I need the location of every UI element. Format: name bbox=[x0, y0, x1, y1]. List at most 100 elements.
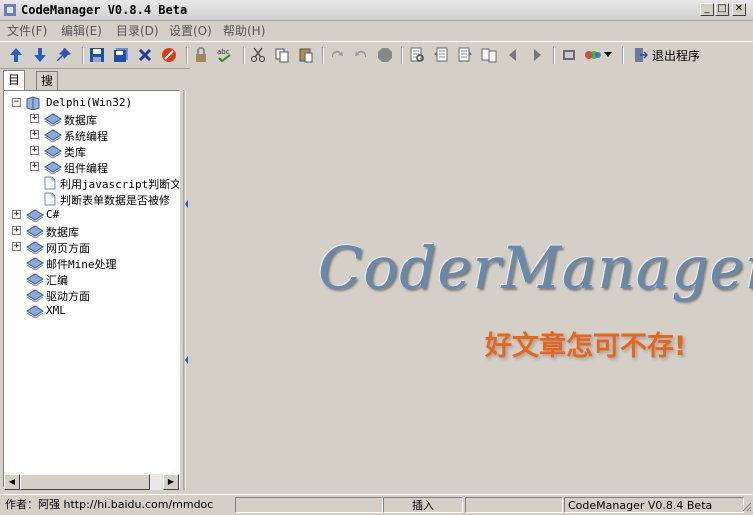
status-mode: 插入 bbox=[383, 497, 463, 513]
tree-node-label: 类库 bbox=[64, 146, 86, 159]
tree-node-label: 数据库 bbox=[64, 114, 97, 127]
collapse-icon[interactable]: − bbox=[12, 98, 21, 107]
toolbar-separator bbox=[82, 46, 84, 64]
tree-node-label: 汇编 bbox=[46, 274, 68, 287]
tab-search[interactable]: 搜索 bbox=[36, 71, 59, 106]
status-empty-panel bbox=[465, 497, 563, 513]
move-up-icon[interactable] bbox=[6, 45, 26, 65]
tree-horizontal-scrollbar[interactable]: ◀ ▶ bbox=[4, 474, 179, 490]
move-down-icon[interactable] bbox=[30, 45, 50, 65]
redo-icon[interactable] bbox=[327, 45, 347, 65]
skin-icon[interactable] bbox=[583, 45, 603, 65]
expand-icon[interactable]: + bbox=[30, 146, 39, 155]
status-bar: 作者：阿强 http://hi.baidu.com/mmdoc 插入 CodeM… bbox=[0, 494, 753, 515]
tree-node-label: 利用javascript判断文 bbox=[60, 178, 180, 191]
toolbar-separator bbox=[622, 46, 624, 64]
save-all-icon[interactable] bbox=[111, 45, 131, 65]
toolbar-separator bbox=[401, 46, 403, 64]
menu-help[interactable]: 帮助(H) bbox=[223, 22, 265, 39]
copy-icon[interactable] bbox=[272, 45, 292, 65]
save-icon[interactable] bbox=[87, 45, 107, 65]
main-content-area: CoderManager 好文章怎可不存! bbox=[190, 68, 753, 492]
find-doc-icon[interactable] bbox=[407, 45, 427, 65]
svg-text:abc: abc bbox=[217, 48, 230, 56]
menu-edit[interactable]: 编辑(E) bbox=[61, 22, 102, 39]
delete-icon[interactable] bbox=[135, 45, 155, 65]
scroll-thumb[interactable] bbox=[20, 474, 150, 490]
expand-icon[interactable]: + bbox=[12, 242, 21, 251]
directory-tree[interactable]: − Delphi(Win32) + 数据库 + 系统编程 + 类库 + 组件编程利用javascr… bbox=[3, 90, 180, 488]
tab-directory[interactable]: 目录 bbox=[3, 70, 26, 105]
title-bar: CodeManager V0.8.4 Beta _ □ ✕ bbox=[0, 0, 753, 21]
stop-hexagon-icon[interactable] bbox=[375, 45, 395, 65]
tool-icon[interactable] bbox=[559, 45, 579, 65]
document-icon bbox=[44, 192, 56, 209]
tree-node-label: C# bbox=[46, 208, 60, 221]
folder-diamond-icon bbox=[26, 240, 44, 257]
compare-doc-icon[interactable] bbox=[479, 45, 499, 65]
scroll-right-icon[interactable]: ▶ bbox=[163, 474, 179, 490]
expand-icon[interactable]: + bbox=[30, 162, 39, 171]
menu-file[interactable]: 文件(F) bbox=[7, 22, 47, 39]
tree-node-label: 系统编程 bbox=[64, 130, 108, 143]
resize-grip-icon[interactable] bbox=[740, 500, 752, 512]
folder-diamond-icon bbox=[26, 256, 44, 273]
chevron-down-icon[interactable] bbox=[602, 45, 614, 65]
outdent-doc-icon[interactable] bbox=[431, 45, 451, 65]
status-empty-panel bbox=[235, 497, 383, 513]
folder-diamond-icon bbox=[44, 144, 62, 161]
pin-icon[interactable] bbox=[54, 45, 74, 65]
menu-settings[interactable]: 设置(O) bbox=[169, 22, 212, 39]
folder-diamond-icon bbox=[44, 128, 62, 145]
expand-icon[interactable]: + bbox=[12, 210, 21, 219]
exit-icon[interactable] bbox=[630, 45, 650, 65]
expand-icon[interactable]: + bbox=[30, 130, 39, 139]
maximize-button[interactable]: □ bbox=[715, 3, 729, 16]
menu-bar: 文件(F) 编辑(E) 目录(D) 设置(O) 帮助(H) bbox=[0, 20, 753, 40]
toolbar: abc 退出程序 bbox=[0, 41, 753, 69]
folder-diamond-icon bbox=[26, 272, 44, 289]
paste-icon[interactable] bbox=[296, 45, 316, 65]
tree-node-label: Delphi(Win32) bbox=[46, 96, 133, 109]
expand-icon[interactable]: + bbox=[30, 114, 39, 123]
app-logo: CoderManager bbox=[318, 234, 753, 302]
exit-button[interactable]: 退出程序 bbox=[652, 47, 700, 64]
status-author: 作者：阿强 http://hi.baidu.com/mmdoc bbox=[5, 498, 214, 511]
toolbar-separator bbox=[186, 46, 188, 64]
tree-node-label: XML bbox=[46, 304, 66, 317]
expand-icon[interactable]: + bbox=[12, 226, 21, 235]
stop-icon[interactable] bbox=[159, 45, 179, 65]
document-icon bbox=[44, 176, 56, 193]
toolbar-separator bbox=[322, 46, 324, 64]
panel-splitter[interactable] bbox=[183, 90, 190, 490]
tree-node-label: 驱动方面 bbox=[46, 290, 90, 303]
tree-node-label: 判断表单数据是否被修 bbox=[60, 194, 170, 207]
close-button[interactable]: ✕ bbox=[732, 3, 746, 16]
folder-diamond-icon bbox=[26, 208, 44, 225]
folder-diamond-icon bbox=[26, 224, 44, 241]
window-title: CodeManager V0.8.4 Beta bbox=[21, 3, 188, 17]
spellcheck-icon[interactable]: abc bbox=[215, 45, 235, 65]
scroll-left-icon[interactable]: ◀ bbox=[4, 474, 20, 490]
toolbar-separator bbox=[553, 46, 555, 64]
undo-icon[interactable] bbox=[351, 45, 371, 65]
book-icon bbox=[26, 96, 40, 113]
tree-node-label: 数据库 bbox=[46, 226, 79, 239]
folder-diamond-icon bbox=[44, 112, 62, 129]
status-version: CodeManager V0.8.4 Beta bbox=[564, 497, 744, 513]
menu-directory[interactable]: 目录(D) bbox=[116, 22, 159, 39]
app-icon bbox=[4, 4, 16, 16]
cut-icon[interactable] bbox=[248, 45, 268, 65]
minimize-button[interactable]: _ bbox=[700, 3, 714, 16]
folder-diamond-icon bbox=[44, 160, 62, 177]
forward-arrow-icon[interactable] bbox=[527, 45, 547, 65]
lock-icon[interactable] bbox=[191, 45, 211, 65]
back-arrow-icon[interactable] bbox=[503, 45, 523, 65]
folder-diamond-icon bbox=[26, 288, 44, 305]
slogan-text: 好文章怎可不存! bbox=[485, 331, 687, 362]
tree-node-label: 网页方面 bbox=[46, 242, 90, 255]
tree-node-label: 组件编程 bbox=[64, 162, 108, 175]
indent-doc-icon[interactable] bbox=[455, 45, 475, 65]
tree-node-label: 邮件Mine处理 bbox=[46, 258, 117, 271]
folder-diamond-icon bbox=[26, 304, 44, 321]
